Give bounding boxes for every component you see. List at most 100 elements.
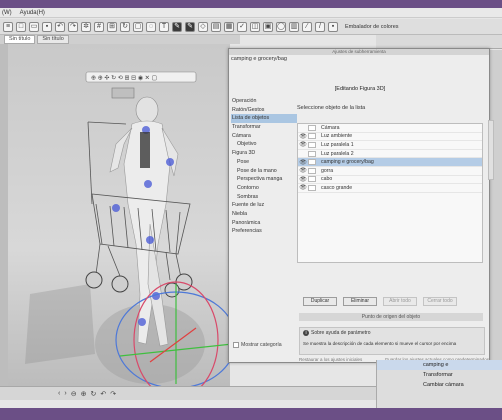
nav-item[interactable]: Figura 3D [231, 149, 297, 158]
origin-point-row[interactable]: Punto de origen del objeto [299, 313, 483, 321]
zoom-out-icon[interactable]: ⊖ [71, 390, 77, 398]
save-icon[interactable]: ▪ [42, 21, 52, 32]
redo-bottom-icon[interactable]: ↷ [110, 390, 116, 398]
nav-item[interactable]: Preferencias [231, 227, 297, 236]
lock-checkbox[interactable] [308, 124, 316, 131]
color-icon[interactable]: ▪ [328, 21, 338, 32]
nav-item[interactable]: Lista de objetos [231, 114, 297, 124]
lock-checkbox[interactable] [308, 159, 316, 166]
tab-document-1[interactable]: Sin título [4, 35, 36, 44]
new-file-icon[interactable]: □ [16, 21, 26, 32]
lasso-icon[interactable]: ◌ [146, 21, 156, 32]
object-buttons: Duplicar Eliminar Abrir todo Cerrar todo [303, 297, 457, 306]
menu-item-window[interactable]: (W) [2, 10, 12, 16]
right-panel-column [490, 50, 502, 360]
nav-item[interactable]: Transformar [231, 123, 297, 132]
lock-checkbox[interactable] [308, 167, 316, 174]
open-icon[interactable]: ▭ [29, 21, 39, 32]
nav-item[interactable]: Fuente de luz [231, 201, 297, 210]
select-icon[interactable]: ▢ [133, 21, 143, 32]
nav-item[interactable]: Sombras [231, 193, 297, 202]
text-icon[interactable]: T [159, 21, 169, 32]
dialog-editing-title: [Editando Figura 3D] [334, 86, 386, 92]
rotate-view-icon[interactable]: ↻ [90, 390, 96, 398]
lock-checkbox[interactable] [308, 184, 316, 191]
dialog-title-bar[interactable]: Ajustes de subherramienta [229, 49, 489, 55]
layer-item-change-camera[interactable]: Cambiar cámara [377, 380, 502, 390]
brush-size-icon[interactable]: / [315, 21, 325, 32]
object-list-row[interactable]: Cámara [298, 124, 482, 133]
balloon-icon[interactable]: ◯ [276, 21, 286, 32]
tab-document-2[interactable]: Sin título [37, 35, 69, 44]
nav-item[interactable]: Operación [231, 97, 297, 106]
gradient-icon[interactable]: ▦ [224, 21, 234, 32]
show-category-checkbox[interactable] [233, 342, 239, 348]
eye-icon[interactable]: 👁 [298, 184, 308, 191]
undo-icon[interactable]: ↶ [55, 21, 65, 32]
3d-scene[interactable]: ⊕ ⊕ ✣ ↻ ⟲ ⊞ ⊟ ◉ ✕ ▢ [0, 44, 230, 386]
info-icon: i [303, 330, 309, 336]
object-name: Cámara [321, 124, 340, 131]
show-category-toggle[interactable]: Mostrar categoría [233, 342, 282, 348]
layer-item-transform[interactable]: Transformar [377, 370, 502, 380]
object-list-row[interactable]: Luz paralela 2 [298, 150, 482, 159]
figure-icon[interactable]: ◫ [250, 21, 260, 32]
eye-icon[interactable]: 👁 [298, 176, 308, 183]
reset-defaults-link[interactable]: Restaurar a los ajustes iniciales [299, 357, 362, 362]
nav-item[interactable]: Contorno [231, 184, 297, 193]
fill-icon[interactable]: ▤ [211, 21, 221, 32]
nav-item[interactable]: Panorámica [231, 219, 297, 228]
delete-button[interactable]: Eliminar [343, 297, 377, 306]
brush-icon[interactable]: ✎ [185, 21, 195, 32]
object-list-row[interactable]: 👁 gorra [298, 167, 482, 176]
settings-icon[interactable]: ✲ [81, 21, 91, 32]
parameter-help-box: i Sobre ayuda de parámetro Se muestra la … [299, 327, 485, 355]
eyedropper-icon[interactable]: ✓ [237, 21, 247, 32]
menu-icon[interactable]: ≡ [3, 21, 13, 32]
eraser-icon[interactable]: ◇ [198, 21, 208, 32]
ruler-icon[interactable]: ⊞ [107, 21, 117, 32]
object-list-row[interactable]: 👁 camping e grocery/bag [298, 158, 482, 167]
open-all-button[interactable]: Abrir todo [383, 297, 417, 306]
nav-item[interactable]: Perspectiva manga [231, 175, 297, 184]
grid-icon[interactable]: # [94, 21, 104, 32]
menu-item-help[interactable]: Ayuda(H) [20, 10, 45, 16]
lock-checkbox[interactable] [308, 141, 316, 148]
nav-item[interactable]: Objetivo [231, 140, 297, 149]
prev-icon[interactable]: ‹ [58, 390, 60, 397]
close-all-button[interactable]: Cerrar todo [423, 297, 457, 306]
layer-item-camping[interactable]: camping e [377, 360, 502, 370]
nav-item[interactable]: Niebla [231, 210, 297, 219]
eye-icon[interactable]: 👁 [298, 159, 308, 166]
wand-icon[interactable]: ⁄ [302, 21, 312, 32]
nav-item[interactable]: Pose de la mano [231, 167, 297, 176]
lock-checkbox[interactable] [308, 133, 316, 140]
nav-item[interactable]: Ratón/Gestos [231, 106, 297, 115]
undo-bottom-icon[interactable]: ↶ [100, 390, 106, 398]
object-list-row[interactable]: 👁 Luz ambiente [298, 133, 482, 142]
nav-item[interactable]: Cámara [231, 132, 297, 141]
zoom-in-icon[interactable]: ⊕ [81, 390, 87, 398]
layer-icon[interactable]: ▥ [289, 21, 299, 32]
object-list-row[interactable]: 👁 Luz paralela 1 [298, 141, 482, 150]
toolbar-right-label[interactable]: Embalador de colores [345, 24, 399, 30]
pen-icon[interactable]: ✎ [172, 21, 182, 32]
subtool-settings-dialog: Ajustes de subherramienta camping e groc… [228, 48, 490, 363]
eye-icon[interactable]: 👁 [298, 141, 308, 148]
content-title: Seleccione objeto de la lista [297, 105, 366, 111]
object-list-row[interactable]: 👁 cabo [298, 176, 482, 185]
frame-icon[interactable]: ▣ [263, 21, 273, 32]
rotate-icon[interactable]: ↻ [120, 21, 130, 32]
object-list-row[interactable]: 👁 casco grande [298, 184, 482, 193]
object-name: Luz ambiente [321, 133, 353, 140]
next-icon[interactable]: › [64, 390, 66, 397]
nav-item[interactable]: Pose [231, 158, 297, 167]
object-list-scrollbar[interactable] [488, 120, 494, 180]
lock-checkbox[interactable] [308, 176, 316, 183]
redo-icon[interactable]: ↷ [68, 21, 78, 32]
duplicate-button[interactable]: Duplicar [303, 297, 337, 306]
eye-icon[interactable]: 👁 [298, 133, 308, 140]
eye-icon[interactable]: 👁 [298, 167, 308, 174]
canvas-viewport[interactable]: ⊕ ⊕ ✣ ↻ ⟲ ⊞ ⊟ ◉ ✕ ▢ [0, 44, 230, 386]
lock-checkbox[interactable] [308, 150, 316, 157]
